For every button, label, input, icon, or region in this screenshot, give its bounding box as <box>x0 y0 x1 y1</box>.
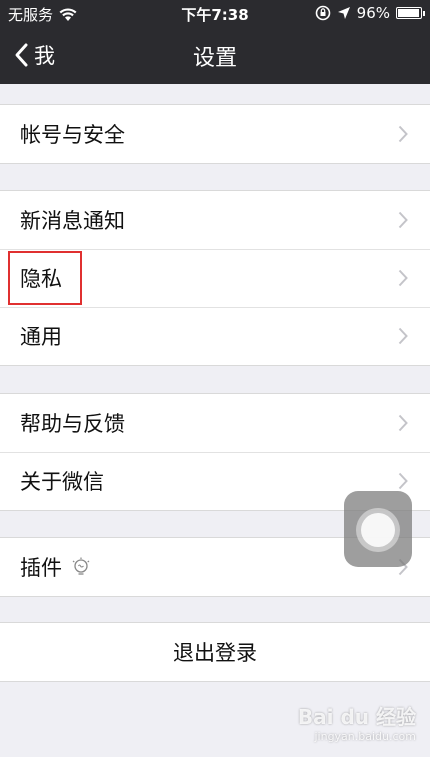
settings-item-label: 通用 <box>20 325 62 349</box>
location-icon <box>337 7 350 19</box>
status-bar: 无服务 下午7:38 96% <box>0 0 430 26</box>
rotation-lock-icon <box>315 5 330 21</box>
page-title: 设置 <box>192 46 237 71</box>
settings-item-label: 帐号与安全 <box>20 123 125 147</box>
lightbulb-icon <box>72 557 90 575</box>
settings-item-label: 关于微信 <box>20 470 104 494</box>
settings-group-logout: 退出登录 <box>0 622 430 682</box>
settings-item-general[interactable]: 通用 <box>0 307 430 365</box>
watermark-brand: Bai du 经验 <box>297 705 416 729</box>
settings-item-privacy[interactable]: 隐私 <box>0 249 430 307</box>
chevron-right-icon <box>398 211 408 229</box>
battery-percent: 96% <box>356 4 390 22</box>
logout-button[interactable]: 退出登录 <box>0 623 430 681</box>
privacy-highlight-box: 隐私 <box>8 251 82 305</box>
settings-item-label: 帮助与反馈 <box>20 412 125 436</box>
settings-item-account-security[interactable]: 帐号与安全 <box>0 105 430 163</box>
logout-label: 退出登录 <box>173 641 257 665</box>
settings-group-main: 新消息通知 隐私 通用 <box>0 190 430 366</box>
watermark: Bai du 经验 jingyan.baidu.com <box>298 701 416 743</box>
assistive-touch-inner-circle <box>361 513 395 547</box>
watermark-url: jingyan.baidu.com <box>314 730 416 743</box>
settings-item-label: 隐私 <box>20 267 62 291</box>
chevron-right-icon <box>398 125 408 143</box>
battery-icon <box>396 7 425 19</box>
settings-item-label: 插件 <box>20 556 62 580</box>
chevron-right-icon <box>398 269 408 287</box>
settings-item-new-message-notifications[interactable]: 新消息通知 <box>0 191 430 249</box>
status-right: 96% <box>315 4 425 22</box>
settings-item-label: 新消息通知 <box>20 209 125 233</box>
assistive-touch-button[interactable] <box>344 491 412 567</box>
settings-group-account: 帐号与安全 <box>0 104 430 164</box>
navigation-bar: 我 设置 <box>0 26 430 84</box>
settings-item-help-feedback[interactable]: 帮助与反馈 <box>0 394 430 452</box>
chevron-right-icon <box>398 414 408 432</box>
chevron-right-icon <box>398 472 408 490</box>
chevron-right-icon <box>398 327 408 345</box>
